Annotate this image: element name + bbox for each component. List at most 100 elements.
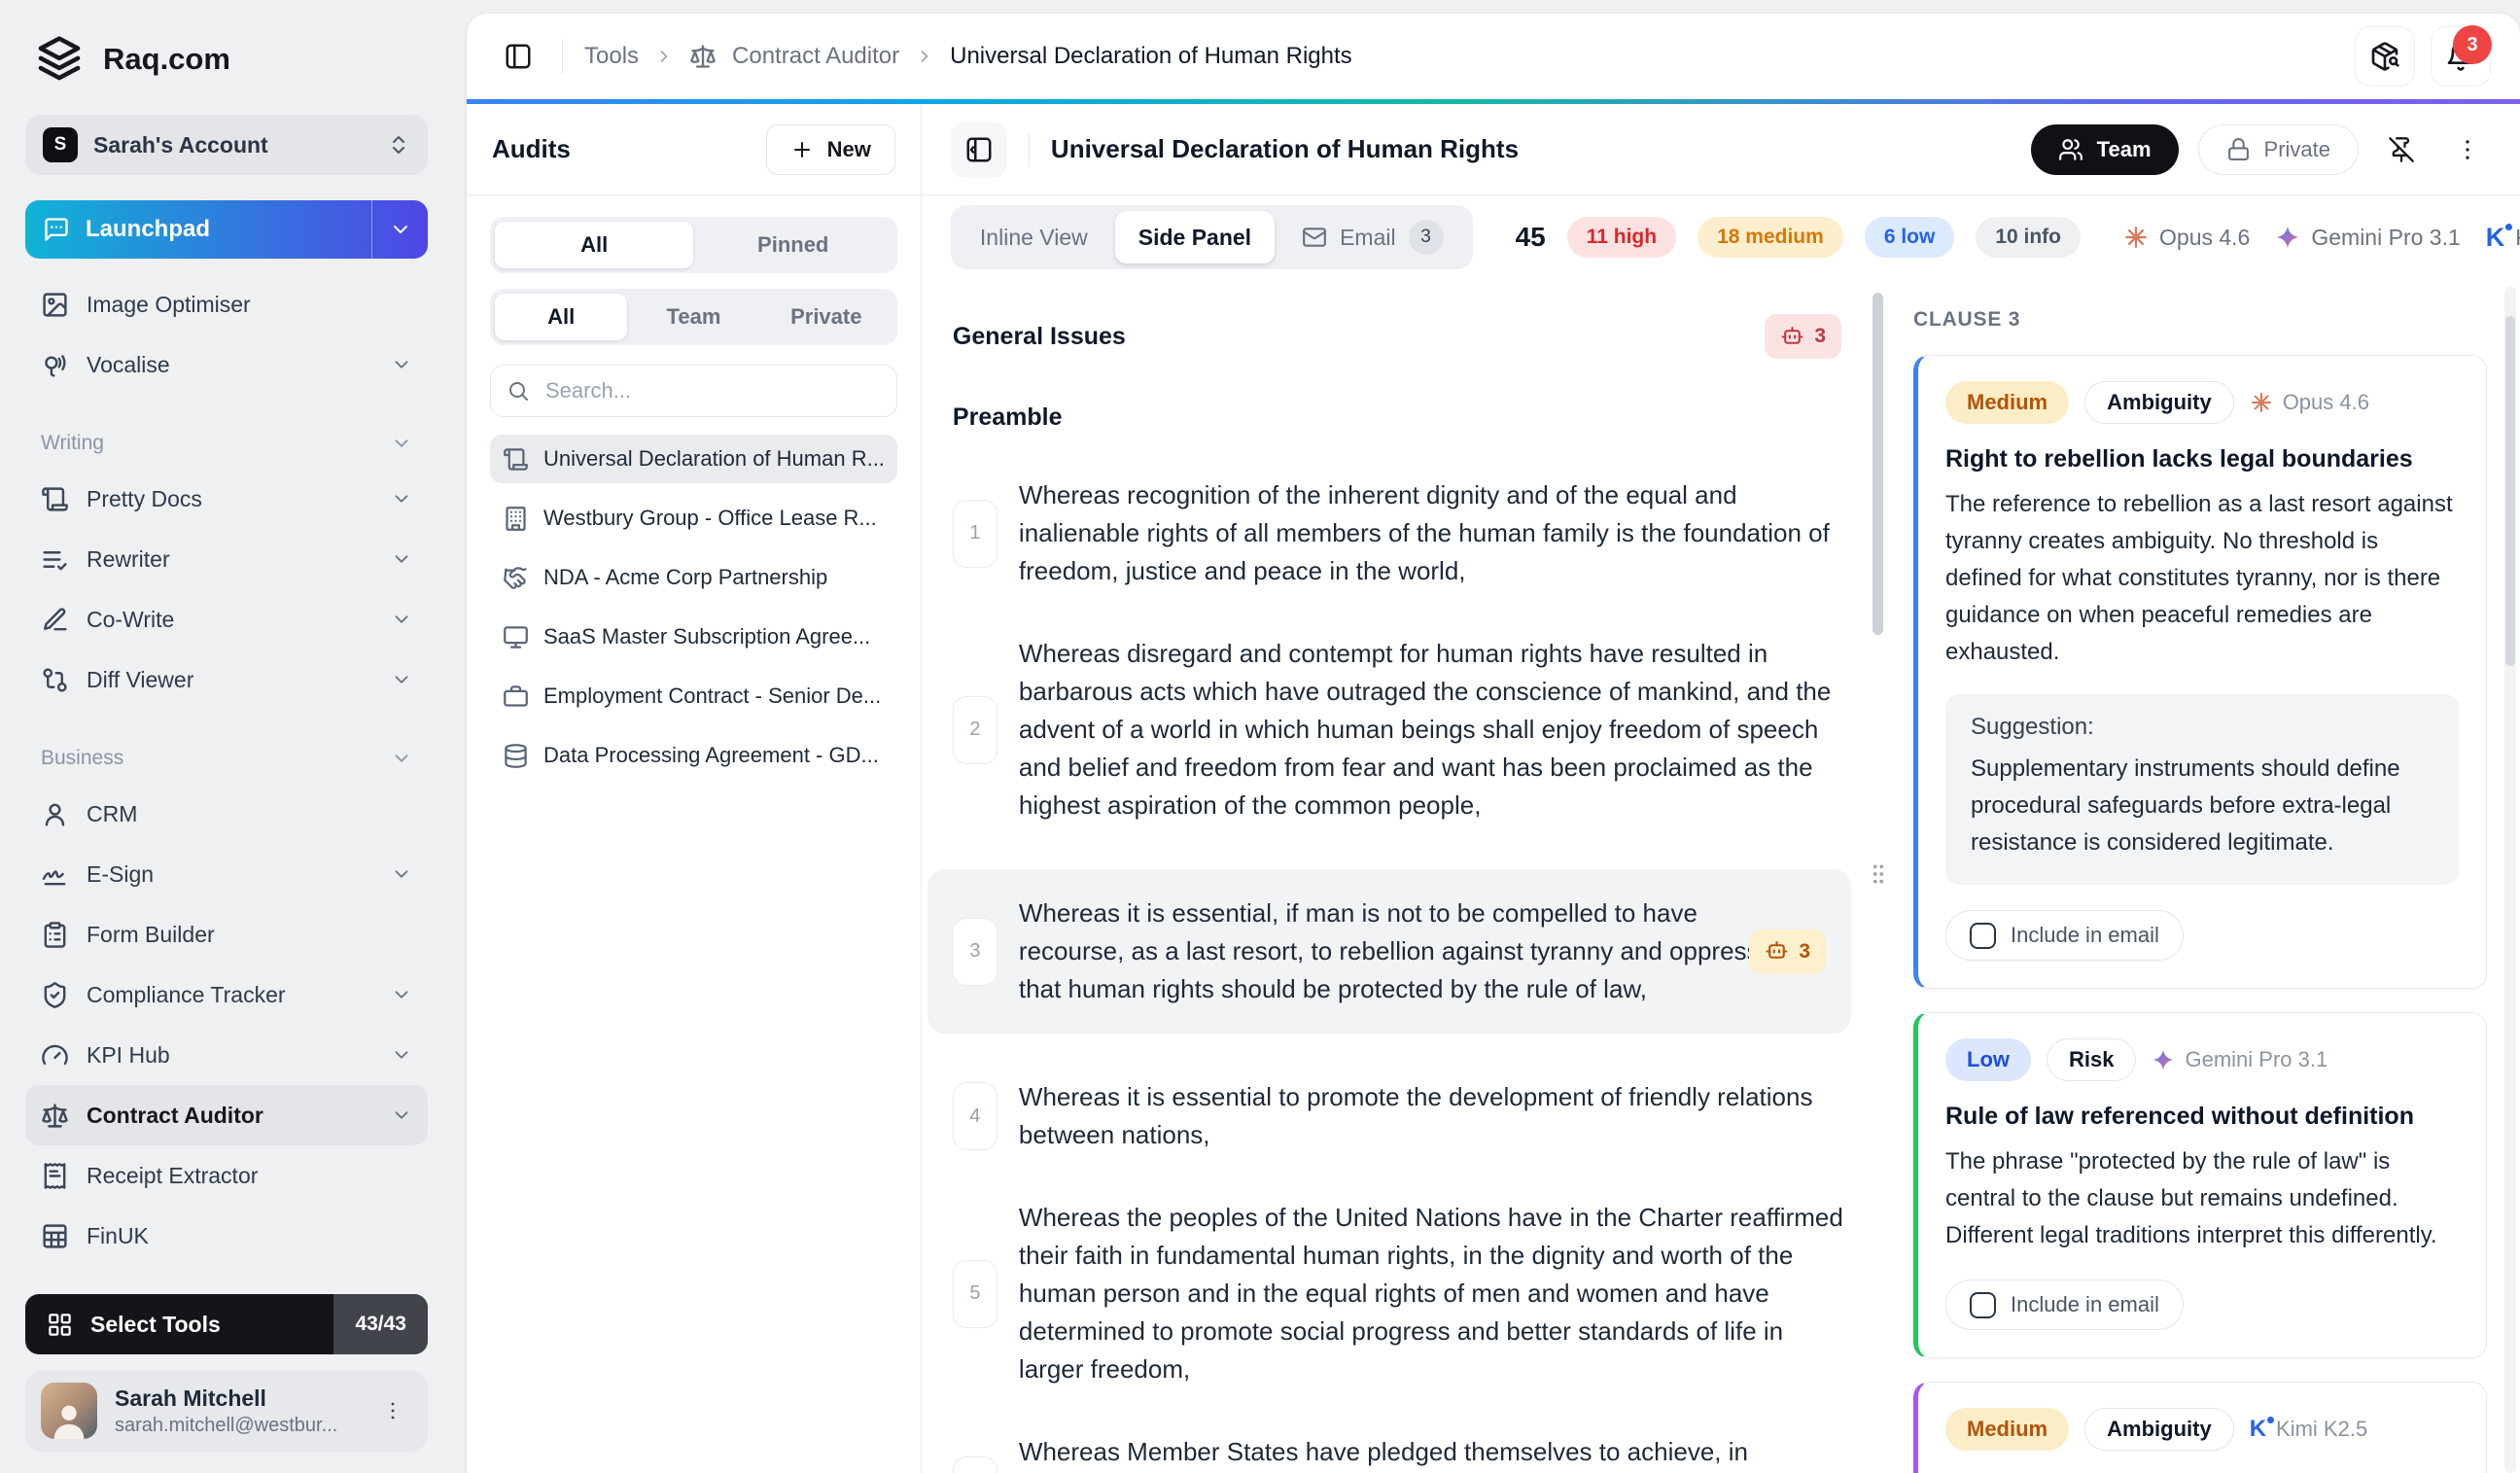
new-audit-button[interactable]: New <box>766 124 895 175</box>
person-silhouette-icon <box>47 1398 91 1439</box>
audits-title: Audits <box>492 134 571 164</box>
list-item-westbury[interactable]: Westbury Group - Office Lease R... <box>490 494 897 543</box>
finding-card-3[interactable]: Medium Ambiguity K Kimi K2.5 Ambiguous r… <box>1913 1382 2487 1473</box>
more-options-button[interactable] <box>2444 126 2491 173</box>
unpin-button[interactable] <box>2378 126 2425 173</box>
low-count-badge[interactable]: 6 low <box>1865 217 1955 258</box>
sidebar-item-compliance-tracker[interactable]: Compliance Tracker <box>25 964 428 1025</box>
breadcrumb-contract-auditor[interactable]: Contract Auditor <box>732 43 899 70</box>
sidebar-bottom: Select Tools 43/43 Sarah Mitchell sarah.… <box>25 1294 428 1452</box>
brand: Raq.com <box>25 33 428 86</box>
sidebar-section-business[interactable]: Business <box>25 733 428 784</box>
sidebar-item-form-builder[interactable]: Form Builder <box>25 904 428 964</box>
list-item-nda[interactable]: NDA - Acme Corp Partnership <box>490 553 897 602</box>
scales-icon <box>689 43 717 70</box>
info-count-badge[interactable]: 10 info <box>1976 217 2081 258</box>
paragraph-number: 5 <box>953 1260 998 1328</box>
select-tools-button[interactable]: Select Tools 43/43 <box>25 1294 428 1354</box>
pen-icon <box>41 606 69 634</box>
sidebar-item-crm[interactable]: CRM <box>25 784 428 844</box>
user-menu-button[interactable] <box>373 1391 412 1430</box>
notifications-button[interactable]: 3 <box>2431 26 2491 87</box>
include-in-email-toggle[interactable]: Include in email <box>1945 910 2184 961</box>
paragraph-5[interactable]: 5 Whereas the peoples of the United Nati… <box>953 1199 1853 1388</box>
category-badge: Ambiguity <box>2084 381 2234 424</box>
audit-search[interactable] <box>490 365 897 417</box>
tab-visibility-private[interactable]: Private <box>760 294 892 340</box>
include-in-email-toggle[interactable]: Include in email <box>1945 1280 2184 1330</box>
document-scroll-rail <box>1867 279 1890 1473</box>
search-input[interactable] <box>543 377 881 404</box>
checkbox[interactable] <box>1970 1292 1996 1318</box>
sidebar-item-diff-viewer[interactable]: Diff Viewer <box>25 649 428 710</box>
list-item-udhr[interactable]: Universal Declaration of Human R... <box>490 435 897 483</box>
sidebar-item-e-sign[interactable]: E-Sign <box>25 844 428 904</box>
paragraph-text: Whereas recognition of the inherent dign… <box>1019 476 1853 590</box>
clause-findings-badge[interactable]: 3 <box>1749 929 1826 974</box>
paragraph-6[interactable]: 6 Whereas Member States have pledged the… <box>953 1433 1853 1473</box>
medium-count-badge[interactable]: 18 medium <box>1698 217 1843 258</box>
sidebar-item-finuk[interactable]: FinUK <box>25 1206 428 1266</box>
tab-pinned[interactable]: Pinned <box>693 222 892 268</box>
finding-meta-row: Low Risk Gemini Pro 3.1 <box>1945 1038 2459 1081</box>
sidebar-item-label: E-Sign <box>87 861 154 888</box>
tab-visibility-team[interactable]: Team <box>627 294 759 340</box>
paragraph-4[interactable]: 4 Whereas it is essential to promote the… <box>953 1078 1853 1154</box>
finding-card-2[interactable]: Low Risk Gemini Pro 3.1 Rule of law refe… <box>1913 1012 2487 1358</box>
finding-card-1[interactable]: Medium Ambiguity Opus 4.6 Right to rebel… <box>1913 355 2487 989</box>
page-title: Universal Declaration of Human Rights <box>1051 134 1519 164</box>
collapse-panel-button[interactable] <box>951 122 1007 178</box>
paragraph-number: 1 <box>953 500 998 568</box>
audit-name: Data Processing Agreement - GD... <box>543 743 879 768</box>
signature-icon <box>41 860 69 889</box>
sidebar-item-kpi-hub[interactable]: KPI Hub <box>25 1025 428 1085</box>
package-search-icon <box>2369 41 2400 72</box>
model-name: Kimi K2.5 <box>2515 225 2520 251</box>
model-name: Gemini Pro 3.1 <box>2311 225 2460 251</box>
account-switcher[interactable]: S Sarah's Account <box>25 115 428 175</box>
list-item-saas[interactable]: SaaS Master Subscription Agree... <box>490 613 897 661</box>
clipboard-icon <box>41 921 69 949</box>
sidebar-item-label: CRM <box>87 801 137 827</box>
scrollbar-thumb[interactable] <box>1872 293 1883 635</box>
sidebar-item-receipt-extractor[interactable]: Receipt Extractor <box>25 1145 428 1206</box>
sidebar-item-pretty-docs[interactable]: Pretty Docs <box>25 469 428 529</box>
model-name: Opus 4.6 <box>2159 225 2250 251</box>
high-count-badge[interactable]: 11 high <box>1567 217 1676 258</box>
sidebar-item-co-write[interactable]: Co-Write <box>25 589 428 649</box>
sidebar-item-image-optimiser[interactable]: Image Optimiser <box>25 274 428 334</box>
list-item-dpa[interactable]: Data Processing Agreement - GD... <box>490 731 897 780</box>
sidebar-item-vocalise[interactable]: Vocalise <box>25 334 428 395</box>
private-button[interactable]: Private <box>2198 124 2359 175</box>
audit-name: NDA - Acme Corp Partnership <box>543 565 827 590</box>
list-item-employment[interactable]: Employment Contract - Senior De... <box>490 672 897 720</box>
user-card[interactable]: Sarah Mitchell sarah.mitchell@westbur... <box>25 1370 428 1452</box>
chevron-down-icon <box>391 354 412 375</box>
paragraph-1[interactable]: 1 Whereas recognition of the inherent di… <box>953 476 1853 590</box>
general-issues-findings-badge[interactable]: 3 <box>1765 314 1841 359</box>
opus-starburst-icon <box>2250 391 2273 414</box>
team-button[interactable]: Team <box>2031 124 2179 175</box>
drag-handle-icon[interactable] <box>1871 862 1886 886</box>
sidebar-item-rewriter[interactable]: Rewriter <box>25 529 428 589</box>
sidebar-item-contract-auditor[interactable]: Contract Auditor <box>25 1085 428 1145</box>
tab-all[interactable]: All <box>495 222 693 268</box>
sidebar-toggle-button[interactable] <box>496 34 541 79</box>
paragraph-3-highlighted[interactable]: 3 Whereas it is essential, if man is not… <box>928 869 1851 1034</box>
monitor-icon <box>503 624 529 650</box>
scrollbar-thumb[interactable] <box>2505 316 2515 666</box>
audits-panel: Audits New All Pinned All Team Private <box>467 104 922 1473</box>
paragraph-2[interactable]: 2 Whereas disregard and contempt for hum… <box>953 635 1853 824</box>
checkbox[interactable] <box>1970 923 1996 949</box>
tab-side-panel[interactable]: Side Panel <box>1115 211 1275 263</box>
chevron-down-icon <box>391 669 412 690</box>
tab-visibility-all[interactable]: All <box>495 294 627 340</box>
launchpad-expand[interactable] <box>371 200 428 259</box>
breadcrumb-tools[interactable]: Tools <box>584 43 639 70</box>
launchpad-button[interactable]: Launchpad <box>25 200 428 259</box>
receipt-icon <box>41 1162 69 1190</box>
package-search-button[interactable] <box>2355 26 2415 87</box>
tab-inline-view[interactable]: Inline View <box>957 211 1111 263</box>
tab-email[interactable]: Email 3 <box>1278 211 1467 263</box>
sidebar-section-writing[interactable]: Writing <box>25 418 428 469</box>
